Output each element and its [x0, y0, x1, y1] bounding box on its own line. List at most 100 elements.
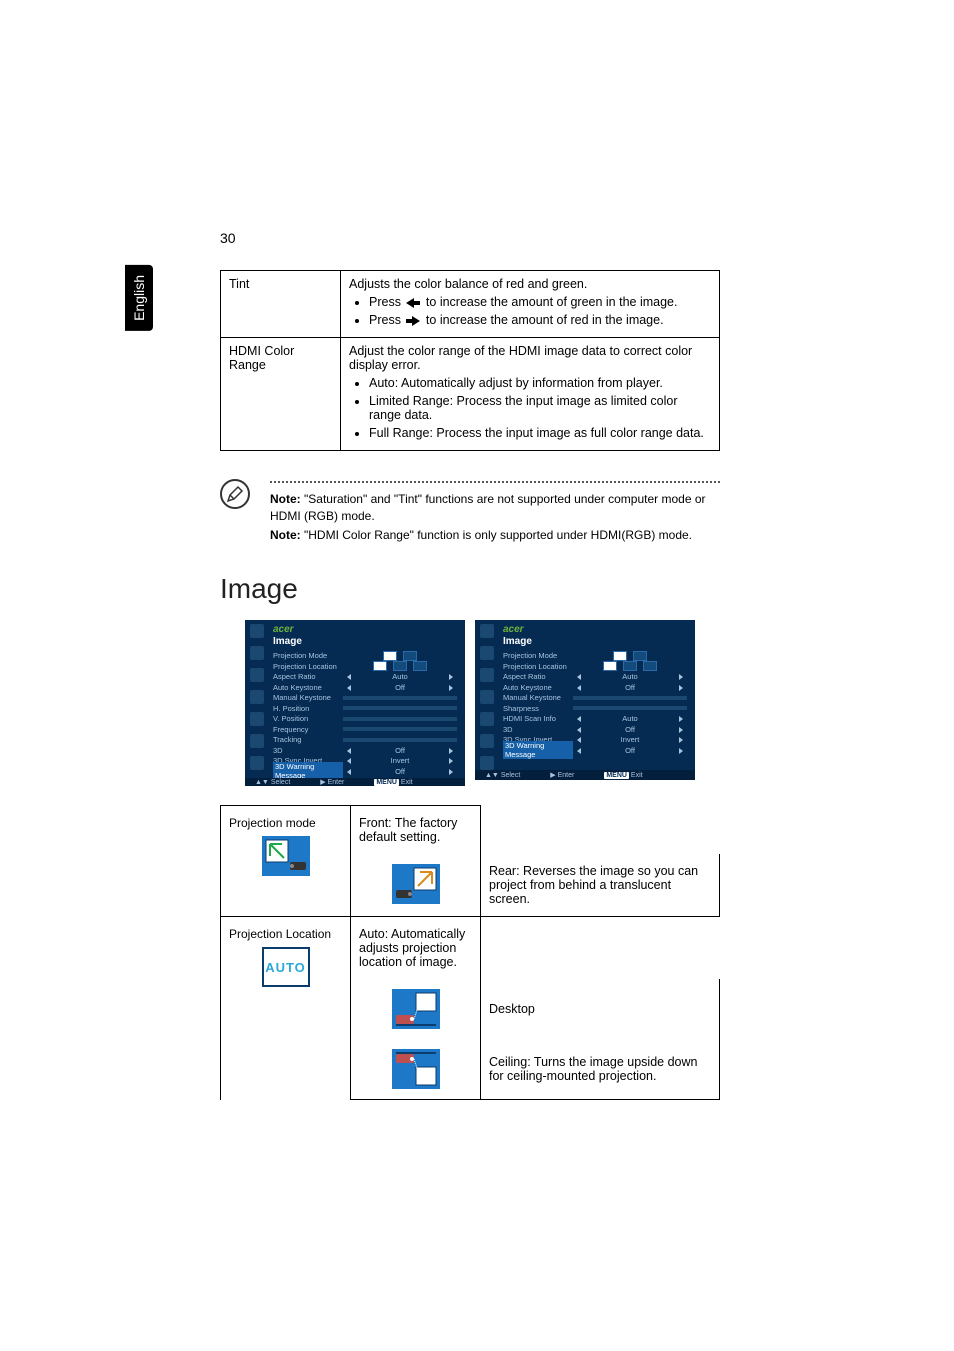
osd-nav-icon [480, 668, 494, 682]
osd-item-label: 3D [273, 746, 343, 755]
osd-menu-item: Tracking [273, 734, 461, 745]
osd-item-icons [573, 651, 687, 661]
projection-desktop-icon [392, 989, 440, 1029]
osd-slider [343, 706, 457, 710]
osd-sidebar [245, 620, 269, 778]
hdmi-auto: Auto: Automatically adjust by informatio… [349, 376, 711, 390]
osd-menu-item: Projection Location [503, 661, 691, 672]
arrow-right-icon [406, 316, 420, 326]
osd-item-label: Aspect Ratio [273, 672, 343, 681]
osd-menu-item: V. Position [273, 713, 461, 724]
osd-menu-item: Manual Keystone [503, 692, 691, 703]
hdmi-desc-cell: Adjust the color range of the HDMI image… [341, 338, 720, 451]
tint-hdmi-table: Tint Adjusts the color balance of red an… [220, 270, 720, 451]
osd-nav-icon [250, 668, 264, 682]
osd-mini-icon [403, 651, 417, 661]
osd-item-value: Off [343, 683, 457, 692]
osd-slider [343, 738, 457, 742]
osd-menu-item: Auto KeystoneOff [503, 682, 691, 693]
osd-item-icons [343, 651, 457, 661]
tint-desc: Adjusts the color balance of red and gre… [349, 277, 711, 291]
osd-sidebar [475, 620, 499, 770]
osd-item-value: Auto [573, 672, 687, 681]
projection-rear-desc: Rear: Reverses the image so you can proj… [481, 854, 720, 917]
projection-ceiling-icon [392, 1049, 440, 1089]
osd-item-label: Manual Keystone [273, 693, 343, 702]
osd-slider [343, 727, 457, 731]
tint-green-line: Press to increase the amount of green in… [349, 295, 711, 309]
tint-desc-cell: Adjusts the color balance of red and gre… [341, 271, 720, 338]
osd-item-label: 3D Warning Message [503, 741, 573, 759]
osd-heading: Image [273, 636, 461, 647]
osd-nav-icon [480, 624, 494, 638]
osd-nav-icon [480, 646, 494, 660]
projection-front-icon [262, 836, 310, 876]
osd-menu-item: Manual Keystone [273, 692, 461, 703]
projection-mode-cell: Projection mode [221, 806, 351, 917]
osd-items-right: Projection Mode Projection LocationAspect… [503, 650, 691, 755]
osd-footer: ▲▼ Select ▶ Enter MENU Exit [245, 778, 465, 786]
osd-menu-item: 3DOff [273, 745, 461, 756]
osd-menu-item: Projection Mode [503, 650, 691, 661]
projection-mode-label: Projection mode [229, 816, 342, 830]
note-icon [220, 479, 250, 509]
osd-footer-exit: MENU Exit [374, 779, 412, 786]
osd-item-label: Projection Mode [503, 651, 573, 660]
osd-item-label: Sharpness [503, 704, 573, 713]
osd-item-label: Frequency [273, 725, 343, 734]
osd-slider [343, 696, 457, 700]
osd-menu-item: Sharpness [503, 703, 691, 714]
osd-nav-icon [250, 690, 264, 704]
osd-item-label: Aspect Ratio [503, 672, 573, 681]
note-1: Note: "Saturation" and "Tint" functions … [270, 491, 720, 525]
projection-location-cell: Projection Location AUTO [221, 917, 351, 1100]
osd-footer: ▲▼ Select ▶ Enter MENU Exit [475, 770, 695, 780]
projection-auto-icon: AUTO [262, 947, 310, 987]
osd-item-value: Invert [343, 756, 457, 765]
osd-item-label: Tracking [273, 735, 343, 744]
projection-ceiling-desc: Ceiling: Turns the image upside down for… [481, 1039, 720, 1100]
projection-desktop-desc: Desktop [481, 979, 720, 1039]
tint-label: Tint [221, 271, 341, 338]
note-2: Note: "HDMI Color Range" function is onl… [270, 527, 720, 544]
osd-item-icons [343, 661, 457, 671]
osd-nav-icon [480, 734, 494, 748]
osd-menu-item: HDMI Scan InfoAuto [503, 713, 691, 724]
hdmi-full: Full Range: Process the input image as f… [349, 426, 711, 440]
osd-item-label: V. Position [273, 714, 343, 723]
osd-menu-item: Frequency [273, 724, 461, 735]
notes-section: Note: "Saturation" and "Tint" functions … [220, 481, 720, 543]
osd-item-value: Off [573, 683, 687, 692]
page-number: 30 [220, 230, 236, 246]
osd-menu-item: H. Position [273, 703, 461, 714]
osd-menu-item: Projection Location [273, 661, 461, 672]
osd-item-value: Off [343, 767, 457, 776]
osd-menu-item: Aspect RatioAuto [503, 671, 691, 682]
osd-nav-icon [480, 690, 494, 704]
osd-nav-icon [250, 624, 264, 638]
osd-left: acer Image Projection ModeProjection Loc… [245, 620, 465, 780]
osd-nav-icon [250, 756, 264, 770]
hdmi-label: HDMI Color Range [221, 338, 341, 451]
osd-nav-icon [250, 712, 264, 726]
pencil-icon [226, 485, 244, 503]
language-tab: English [125, 265, 153, 331]
osd-footer-enter: ▶ Enter [550, 771, 574, 779]
osd-nav-icon [480, 756, 494, 770]
osd-slider [343, 717, 457, 721]
osd-brand: acer [503, 624, 691, 635]
osd-items-left: Projection ModeProjection LocationAspect… [273, 650, 461, 776]
projection-table: Projection mode Front: The factory defau… [220, 805, 720, 1100]
osd-mini-icon [413, 661, 427, 671]
projection-rear-icon-cell [351, 854, 481, 917]
osd-brand: acer [273, 624, 461, 635]
osd-item-value: Off [343, 746, 457, 755]
osd-menu-item: 3D Warning MessageOff [503, 745, 691, 756]
osd-nav-icon [480, 712, 494, 726]
osd-item-label: Projection Location [503, 662, 573, 671]
osd-mini-icon [623, 661, 637, 671]
osd-menu-item: Projection Mode [273, 650, 461, 661]
osd-nav-icon [250, 646, 264, 660]
osd-item-value: Auto [573, 714, 687, 723]
osd-item-label: Projection Location [273, 662, 343, 671]
